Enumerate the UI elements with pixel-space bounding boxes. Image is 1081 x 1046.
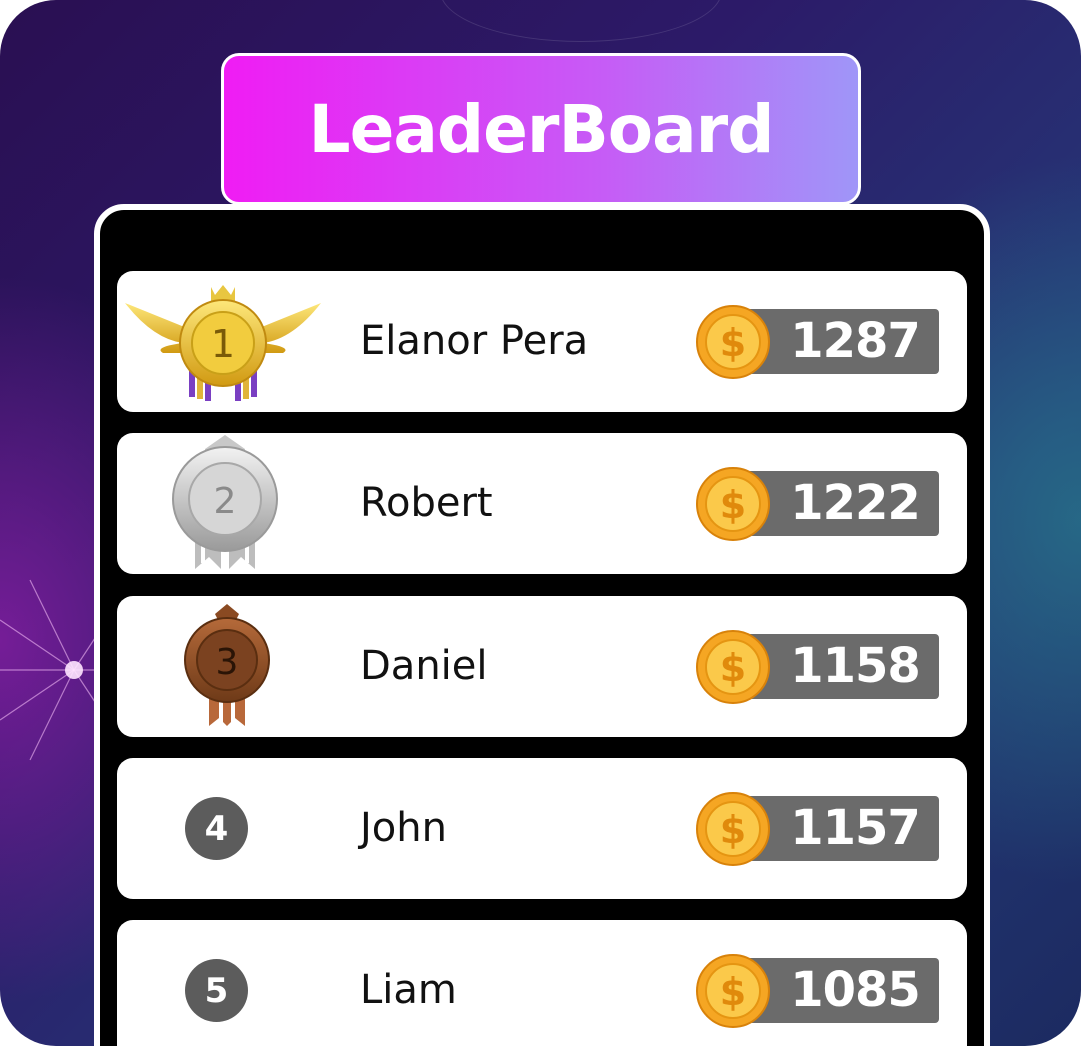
player-name: Elanor Pera — [360, 318, 589, 364]
score-value: 1157 — [790, 800, 921, 856]
coin-dollar-icon: $ — [696, 305, 770, 379]
rank-number: 5 — [185, 959, 248, 1022]
svg-text:$: $ — [720, 646, 746, 690]
rank-badge: 4 — [117, 758, 337, 899]
page-title: LeaderBoard — [308, 90, 775, 168]
svg-text:1: 1 — [211, 322, 235, 366]
leaderboard-row[interactable]: 5 Liam 1085 $ — [117, 920, 967, 1046]
rank-badge: 3 — [117, 596, 337, 737]
leaderboard-row[interactable]: 4 John 1157 $ — [117, 758, 967, 899]
svg-text:2: 2 — [214, 481, 237, 522]
coin-dollar-icon: $ — [696, 954, 770, 1028]
rank-badge: 5 — [117, 920, 337, 1046]
rank-badge: 2 — [117, 433, 337, 574]
app-background: LeaderBoard 1 Elanor Pera 1287 $ 2 Rober… — [0, 0, 1081, 1046]
coin-dollar-icon: $ — [696, 467, 770, 541]
player-name: Robert — [360, 480, 493, 526]
leaderboard-title-banner: LeaderBoard — [221, 53, 861, 205]
leaderboard-row[interactable]: 3 Daniel 1158 $ — [117, 596, 967, 737]
coin-dollar-icon: $ — [696, 630, 770, 704]
svg-text:$: $ — [720, 808, 746, 852]
bronze-medal-icon: 3 — [184, 604, 270, 726]
svg-text:3: 3 — [216, 642, 239, 683]
svg-text:$: $ — [720, 321, 746, 365]
player-name: Daniel — [360, 643, 488, 689]
rank-number: 4 — [185, 797, 248, 860]
coin-dollar-icon: $ — [696, 792, 770, 866]
svg-text:$: $ — [720, 970, 746, 1014]
leaderboard-row[interactable]: 2 Robert 1222 $ — [117, 433, 967, 574]
score-value: 1287 — [790, 313, 921, 369]
rank-badge: 1 — [117, 271, 337, 412]
svg-text:$: $ — [720, 483, 746, 527]
silver-medal-icon: 2 — [172, 435, 278, 569]
player-name: John — [360, 805, 447, 851]
decorative-arc — [440, 0, 722, 42]
score-value: 1158 — [790, 638, 921, 694]
player-name: Liam — [360, 967, 457, 1013]
leaderboard-row[interactable]: 1 Elanor Pera 1287 $ — [117, 271, 967, 412]
gold-winged-medal-icon: 1 — [125, 285, 321, 401]
score-value: 1222 — [790, 475, 921, 531]
score-value: 1085 — [790, 962, 921, 1018]
